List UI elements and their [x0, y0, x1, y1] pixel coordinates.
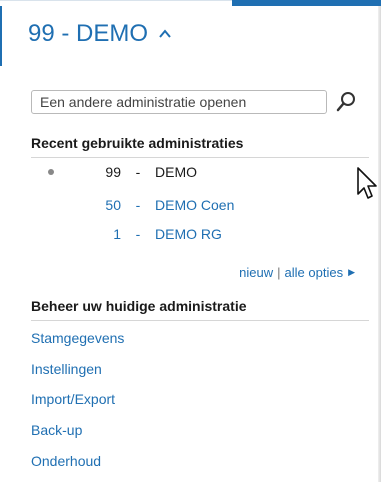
- top-edge: [0, 0, 232, 3]
- recent-item-name: DEMO: [155, 164, 197, 180]
- recent-item-separator: -: [135, 197, 141, 213]
- search-input[interactable]: [31, 90, 327, 114]
- current-indicator: [31, 169, 71, 175]
- recent-item-number: 50: [105, 197, 121, 213]
- recent-divider: [31, 157, 369, 158]
- left-accent-bar: [0, 6, 2, 66]
- recent-item-separator: -: [135, 164, 141, 180]
- current-administration-title: 99 - DEMO: [28, 20, 149, 47]
- recent-item-number: 99: [105, 164, 121, 180]
- recent-item-number: 1: [113, 226, 121, 242]
- manage-link-onderhoud[interactable]: Onderhoud: [31, 453, 101, 469]
- top-accent-bar: [232, 0, 381, 6]
- manage-link-back-up[interactable]: Back-up: [31, 422, 82, 438]
- manage-link-stamgegevens[interactable]: Stamgegevens: [31, 330, 124, 346]
- search-bar: [31, 90, 357, 114]
- manage-section-title: Beheer uw huidige administratie: [31, 298, 247, 314]
- recent-item-name: DEMO Coen: [155, 197, 235, 213]
- manage-link-import-export[interactable]: Import/Export: [31, 391, 115, 407]
- recent-section-title: Recent gebruikte administraties: [31, 135, 244, 151]
- recent-item-50[interactable]: 50 - DEMO Coen: [31, 194, 234, 216]
- search-icon: [336, 92, 355, 112]
- mouse-pointer-icon: [357, 167, 377, 199]
- current-administration-toggle[interactable]: 99 - DEMO: [28, 20, 172, 48]
- all-options-link[interactable]: alle opties: [285, 265, 344, 280]
- search-button[interactable]: [335, 91, 357, 113]
- recent-options: nieuw | alle opties ▶: [239, 265, 355, 280]
- administration-panel: 99 - DEMO Recent gebruikte administratie…: [0, 0, 381, 482]
- recent-item-name: DEMO RG: [155, 226, 222, 242]
- caret-right-icon: ▶: [348, 267, 355, 277]
- options-separator: |: [277, 265, 281, 280]
- manage-link-instellingen[interactable]: Instellingen: [31, 361, 102, 377]
- recent-item-separator: -: [135, 226, 141, 242]
- chevron-up-icon: [159, 29, 171, 38]
- manage-divider: [31, 320, 369, 321]
- new-administration-link[interactable]: nieuw: [239, 265, 273, 280]
- recent-item-1[interactable]: 1 - DEMO RG: [31, 223, 222, 245]
- recent-item-99[interactable]: 99 - DEMO: [31, 161, 197, 183]
